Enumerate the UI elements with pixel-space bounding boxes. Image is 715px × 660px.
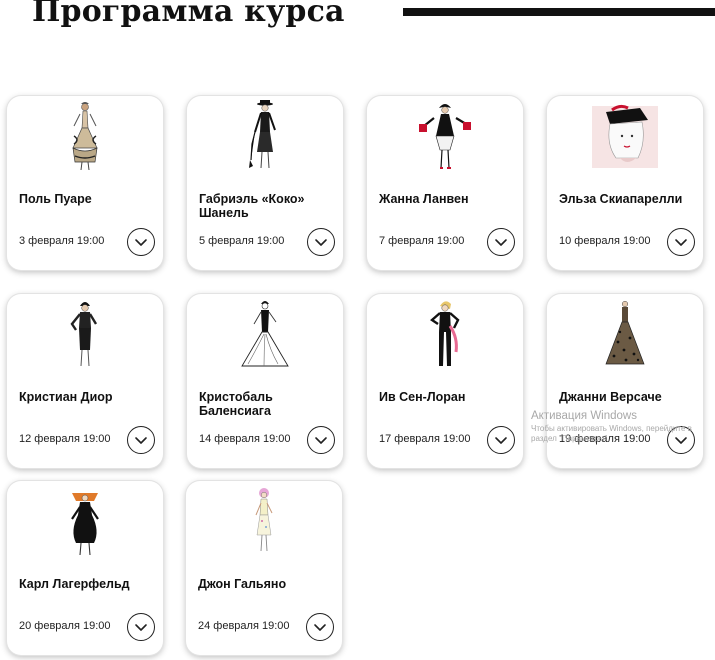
expand-button[interactable] xyxy=(667,426,695,454)
chevron-down-icon xyxy=(675,437,687,444)
course-name: Кристиан Диор xyxy=(19,390,113,404)
schiaparelli-hat-illustration xyxy=(592,104,658,168)
versace-gown-illustration xyxy=(605,300,645,365)
course-name: Габриэль «Коко» Шанель xyxy=(199,192,305,220)
lanvin-dress-illustration xyxy=(419,104,471,169)
chevron-down-icon xyxy=(135,239,147,246)
course-name: Джанни Версаче xyxy=(559,390,662,404)
course-date: 7 февраля 19:00 xyxy=(379,235,465,247)
course-date: 20 февраля 19:00 xyxy=(19,620,111,632)
course-date: 17 февраля 19:00 xyxy=(379,433,471,445)
expand-button[interactable] xyxy=(307,228,335,256)
expand-button[interactable] xyxy=(307,426,335,454)
balenciaga-gown-illustration xyxy=(241,301,289,367)
page-title: Программа курса xyxy=(32,0,345,29)
course-date: 19 февраля 19:00 xyxy=(559,433,651,445)
chevron-down-icon xyxy=(315,437,327,444)
course-card[interactable]: Габриэль «Коко» Шанель 5 февраля 19:00 xyxy=(187,96,343,270)
dior-dress-illustration xyxy=(70,302,98,367)
course-name: Джон Гальяно xyxy=(198,577,287,591)
chevron-down-icon xyxy=(315,239,327,246)
course-name: Ив Сен-Лоран xyxy=(379,390,466,404)
course-name: Поль Пуаре xyxy=(19,192,92,206)
title-decor-bar xyxy=(403,8,715,16)
course-card[interactable]: Кристобаль Баленсиага 14 февраля 19:00 xyxy=(187,294,343,468)
chanel-dress-illustration xyxy=(249,100,276,169)
course-card[interactable]: Ив Сен-Лоран 17 февраля 19:00 xyxy=(367,294,523,468)
course-card[interactable]: Джанни Версаче 19 февраля 19:00 xyxy=(547,294,703,468)
chevron-down-icon xyxy=(495,239,507,246)
expand-button[interactable] xyxy=(487,426,515,454)
course-name: Жанна Ланвен xyxy=(379,192,469,206)
chevron-down-icon xyxy=(135,624,147,631)
poiret-dress-illustration xyxy=(72,102,98,171)
course-date: 10 февраля 19:00 xyxy=(559,235,651,247)
saint-laurent-suit-illustration xyxy=(430,301,460,366)
course-date: 12 февраля 19:00 xyxy=(19,433,111,445)
course-name: Кристобаль Баленсиага xyxy=(199,390,273,418)
expand-button[interactable] xyxy=(667,228,695,256)
expand-button[interactable] xyxy=(127,613,155,641)
course-date: 3 февраля 19:00 xyxy=(19,235,105,247)
lagerfeld-dress-illustration xyxy=(71,493,99,556)
galliano-dress-illustration xyxy=(255,488,273,552)
course-card[interactable]: Жанна Ланвен 7 февраля 19:00 xyxy=(367,96,523,270)
chevron-down-icon xyxy=(135,437,147,444)
course-date: 14 февраля 19:00 xyxy=(199,433,291,445)
course-name: Карл Лагерфельд xyxy=(19,577,130,591)
course-card[interactable]: Поль Пуаре 3 февраля 19:00 xyxy=(7,96,163,270)
course-card[interactable]: Карл Лагерфельд 20 февраля 19:00 xyxy=(7,481,163,655)
expand-button[interactable] xyxy=(127,426,155,454)
expand-button[interactable] xyxy=(487,228,515,256)
course-card[interactable]: Джон Гальяно 24 февраля 19:00 xyxy=(186,481,342,655)
chevron-down-icon xyxy=(495,437,507,444)
chevron-down-icon xyxy=(314,624,326,631)
expand-button[interactable] xyxy=(306,613,334,641)
course-name: Эльза Скиапарелли xyxy=(559,192,683,206)
course-date: 24 февраля 19:00 xyxy=(198,620,290,632)
course-card[interactable]: Эльза Скиапарелли 10 февраля 19:00 xyxy=(547,96,703,270)
course-card[interactable]: Кристиан Диор 12 февраля 19:00 xyxy=(7,294,163,468)
course-date: 5 февраля 19:00 xyxy=(199,235,285,247)
expand-button[interactable] xyxy=(127,228,155,256)
chevron-down-icon xyxy=(675,239,687,246)
